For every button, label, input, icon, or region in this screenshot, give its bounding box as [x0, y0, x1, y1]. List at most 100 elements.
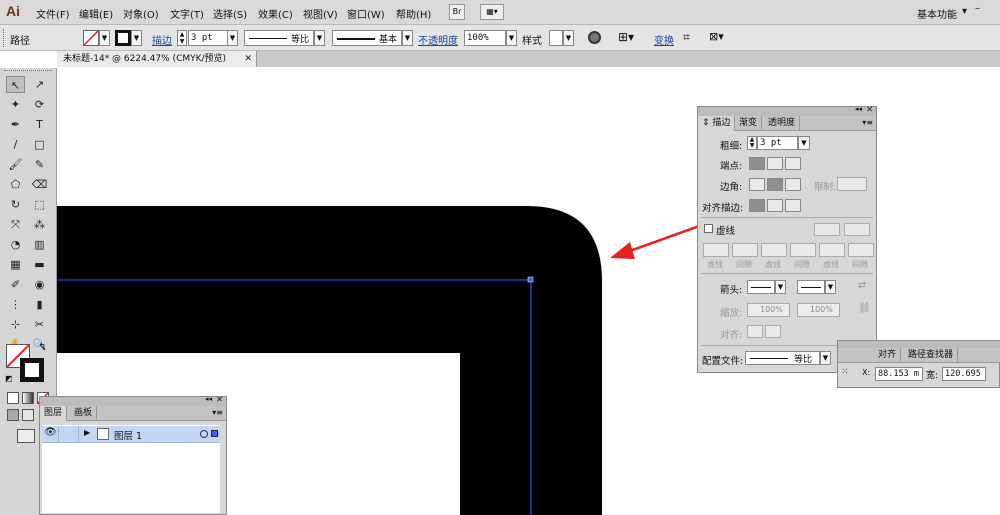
- brush-dropdown-icon[interactable]: ▼: [402, 30, 413, 46]
- miter-join-button[interactable]: [749, 178, 765, 191]
- dashed-line-checkbox[interactable]: [704, 224, 713, 233]
- gap-input-3[interactable]: [848, 243, 874, 257]
- eyedropper-tool-icon[interactable]: ✐: [6, 276, 25, 293]
- stroke-weight-input[interactable]: 3 pt: [188, 30, 228, 46]
- color-mode-icon[interactable]: [7, 392, 19, 404]
- symbol-sprayer-tool-icon[interactable]: ⋮: [6, 296, 25, 313]
- panel-title-bar[interactable]: ◂◂ ✕: [698, 105, 876, 116]
- menu-type[interactable]: 文字(T): [170, 6, 204, 21]
- stroke-swatch[interactable]: [115, 30, 131, 46]
- panel-menu-icon[interactable]: ▾≡: [212, 408, 223, 417]
- rotate-tool-icon[interactable]: ↻: [6, 196, 25, 213]
- reference-point-icon[interactable]: ⁙: [841, 367, 849, 377]
- opacity-dropdown-icon[interactable]: ▼: [506, 30, 517, 46]
- swap-fill-stroke-icon[interactable]: ↰: [38, 342, 46, 353]
- profile-dropdown-icon[interactable]: ▼: [314, 30, 325, 46]
- end-scale-input[interactable]: 100%: [797, 303, 840, 317]
- align-inside-button[interactable]: [767, 199, 783, 212]
- weight-dropdown-icon[interactable]: ▼: [798, 136, 810, 150]
- bevel-join-button[interactable]: [785, 178, 801, 191]
- rectangle-tool-icon[interactable]: □: [30, 136, 49, 153]
- type-tool-icon[interactable]: T: [30, 116, 49, 133]
- menu-help[interactable]: 帮助(H): [396, 6, 431, 21]
- draw-normal-icon[interactable]: [7, 409, 19, 421]
- arrow-tip-at-end-button[interactable]: [765, 325, 781, 338]
- selection-indicator-icon[interactable]: [211, 430, 218, 437]
- style-dropdown-icon[interactable]: ▼: [563, 30, 574, 46]
- gradient-mode-icon[interactable]: [22, 392, 34, 404]
- tab-artboards[interactable]: 画板: [70, 406, 98, 421]
- style-swatch[interactable]: [549, 30, 563, 46]
- dash-input-1[interactable]: [703, 243, 729, 257]
- artboard-tool-icon[interactable]: ⊹: [6, 316, 25, 333]
- projecting-cap-button[interactable]: [785, 157, 801, 170]
- align-center-button[interactable]: [749, 199, 765, 212]
- fill-dropdown-icon[interactable]: ▼: [99, 30, 110, 46]
- variable-width-profile[interactable]: 等比: [244, 30, 314, 46]
- end-arrowhead-dropdown-icon[interactable]: ▼: [825, 280, 836, 294]
- arrange-documents-icon[interactable]: ▦▾: [480, 4, 504, 20]
- end-arrowhead-select[interactable]: [797, 280, 825, 294]
- visibility-eye-icon[interactable]: 👁: [44, 427, 57, 438]
- paintbrush-tool-icon[interactable]: 🖌: [6, 156, 25, 173]
- default-colors-icon[interactable]: ◩: [5, 374, 13, 383]
- stroke-dropdown-icon[interactable]: ▼: [131, 30, 142, 46]
- start-arrowhead-dropdown-icon[interactable]: ▼: [775, 280, 786, 294]
- gap-input-1[interactable]: [732, 243, 758, 257]
- workspace-switcher[interactable]: 基本功能: [917, 6, 957, 21]
- transform-link[interactable]: 变换: [654, 32, 674, 47]
- profile-select[interactable]: 等比: [745, 351, 820, 365]
- width-input[interactable]: 120.695: [942, 367, 986, 381]
- collapse-panel-icon[interactable]: ◂◂: [205, 395, 212, 403]
- arrow-tip-beyond-button[interactable]: [747, 325, 763, 338]
- butt-cap-button[interactable]: [749, 157, 765, 170]
- gradient-tool-icon[interactable]: ▬: [30, 256, 49, 273]
- tab-close-icon[interactable]: ✕: [244, 51, 252, 67]
- shape-builder-tool-icon[interactable]: ◔: [6, 236, 25, 253]
- dash-preserve-button[interactable]: [814, 223, 840, 236]
- brush-definition[interactable]: 基本: [332, 30, 402, 46]
- start-arrowhead-select[interactable]: [747, 280, 775, 294]
- column-graph-tool-icon[interactable]: ▮: [30, 296, 49, 313]
- layer-name[interactable]: 图层 1: [114, 428, 142, 442]
- pen-tool-icon[interactable]: ✒: [6, 116, 25, 133]
- target-icon[interactable]: [200, 430, 208, 438]
- profile-dropdown-icon[interactable]: ▼: [820, 351, 831, 365]
- opacity-input[interactable]: 100%: [464, 30, 506, 46]
- eraser-tool-icon[interactable]: ⌫: [30, 176, 49, 193]
- dash-align-button[interactable]: [844, 223, 870, 236]
- minimize-button[interactable]: –: [975, 3, 980, 14]
- stroke-panel-link[interactable]: 描边: [152, 32, 172, 47]
- panel-title-bar[interactable]: ◂◂ ✕: [40, 395, 226, 406]
- panel-menu-icon[interactable]: ▾≡: [862, 118, 873, 127]
- round-join-button[interactable]: [767, 178, 783, 191]
- bridge-button[interactable]: Br: [449, 4, 465, 20]
- link-scale-icon[interactable]: ⛓: [858, 303, 871, 314]
- perspective-grid-tool-icon[interactable]: ▥: [30, 236, 49, 253]
- tab-align[interactable]: 对齐: [874, 348, 902, 363]
- blend-tool-icon[interactable]: ◉: [30, 276, 49, 293]
- stroke-weight-dropdown-icon[interactable]: ▼: [227, 30, 238, 46]
- magic-wand-tool-icon[interactable]: ✦: [6, 96, 25, 113]
- width-tool-icon[interactable]: ⤧: [6, 216, 25, 233]
- menu-edit[interactable]: 编辑(E): [79, 6, 113, 21]
- document-tab[interactable]: 未标题-14* @ 6224.47% (CMYK/预览) ✕: [57, 51, 257, 67]
- weight-stepper[interactable]: ▲ ▼: [747, 136, 757, 150]
- menu-select[interactable]: 选择(S): [213, 6, 247, 21]
- menu-window[interactable]: 窗口(W): [347, 6, 385, 21]
- fill-swatch[interactable]: [83, 30, 99, 46]
- round-cap-button[interactable]: [767, 157, 783, 170]
- expand-layer-icon[interactable]: ▶: [84, 428, 90, 437]
- menu-view[interactable]: 视图(V): [303, 6, 338, 21]
- mesh-tool-icon[interactable]: ▦: [6, 256, 25, 273]
- free-transform-tool-icon[interactable]: ⁂: [30, 216, 49, 233]
- tab-transparency[interactable]: 透明度: [764, 116, 801, 131]
- slice-tool-icon[interactable]: ✂: [30, 316, 49, 333]
- tab-gradient[interactable]: 渐变: [735, 116, 763, 131]
- tab-layers[interactable]: 图层: [40, 406, 68, 421]
- align-options-icon[interactable]: ⊞▾: [618, 30, 634, 44]
- menu-object[interactable]: 对象(O): [123, 6, 159, 21]
- workspace-dropdown-icon[interactable]: ▾: [962, 6, 967, 17]
- selection-tool-icon[interactable]: ↖: [6, 76, 25, 93]
- tab-pathfinder[interactable]: 路径查找器: [904, 348, 959, 363]
